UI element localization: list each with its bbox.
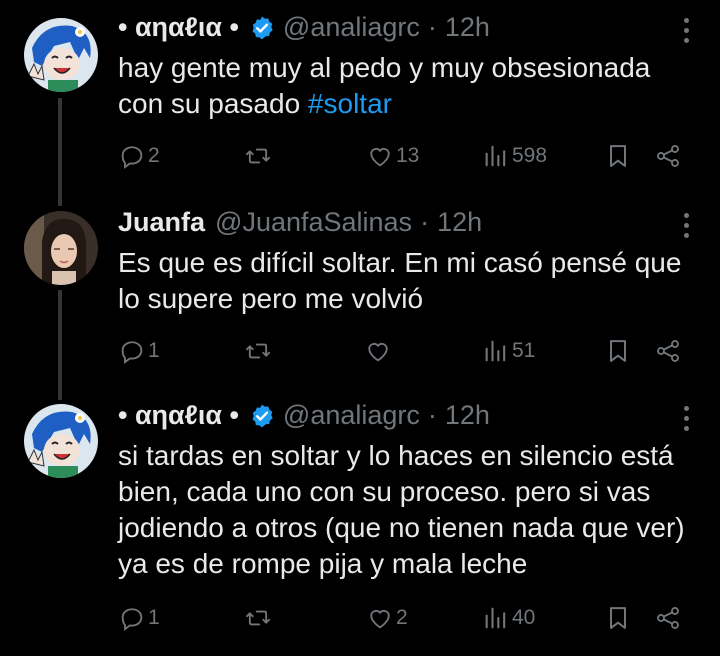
retweet-button[interactable]: [244, 337, 272, 365]
display-name[interactable]: Juanfa: [118, 207, 205, 238]
more-options-icon[interactable]: [684, 406, 690, 434]
avatar[interactable]: [24, 18, 98, 92]
reply-icon: [121, 608, 143, 631]
retweet-button[interactable]: [244, 142, 272, 170]
view-count: 40: [512, 606, 536, 629]
share-button[interactable]: [654, 337, 682, 365]
bookmark-icon: [610, 607, 626, 629]
separator-dot: ·: [420, 207, 430, 237]
retweet-icon: [245, 610, 271, 626]
action-bar: 1 2 40: [118, 604, 698, 638]
views-button[interactable]: 51: [482, 337, 535, 365]
views-button[interactable]: 598: [482, 142, 547, 170]
like-button[interactable]: 13: [366, 142, 419, 170]
display-name[interactable]: • αηαℓια •: [118, 12, 239, 43]
tweet-header: • αηαℓια • @analiagrc · 12h: [118, 400, 490, 431]
like-count: 2: [396, 606, 408, 629]
tweet-text: si tardas en soltar y lo haces en silenc…: [118, 440, 685, 579]
share-button[interactable]: [654, 142, 682, 170]
like-button[interactable]: 2: [366, 604, 408, 632]
like-count: 13: [396, 144, 420, 167]
retweet-button[interactable]: [244, 604, 272, 632]
more-options-icon[interactable]: [684, 18, 690, 46]
verified-badge-icon: [252, 404, 273, 427]
view-count: 51: [512, 339, 536, 362]
tweet-text: hay gente muy al pedo y muy obsesionada …: [118, 50, 698, 122]
reply-count: 2: [148, 144, 160, 167]
reply-button[interactable]: 1: [118, 337, 160, 365]
hashtag-link[interactable]: #soltar: [308, 88, 392, 119]
retweet-icon: [245, 148, 271, 164]
heart-icon: [370, 147, 390, 167]
share-icon: [657, 340, 679, 362]
user-handle[interactable]: @analiagrc: [283, 400, 420, 431]
reply-button[interactable]: 2: [118, 142, 160, 170]
timestamp[interactable]: 12h: [437, 207, 482, 238]
bookmark-icon: [610, 340, 626, 362]
reply-count: 1: [148, 606, 160, 629]
tweet-header: Juanfa @JuanfaSalinas · 12h: [118, 207, 482, 238]
tweet[interactable]: Juanfa @JuanfaSalinas · 12h Es que es di…: [0, 195, 720, 385]
reply-button[interactable]: 1: [118, 604, 160, 632]
action-bar: 2 13 598: [118, 142, 698, 176]
separator-dot: ·: [427, 12, 437, 42]
heart-icon: [370, 609, 390, 629]
bookmark-button[interactable]: [604, 604, 632, 632]
separator-dot: ·: [427, 400, 437, 430]
tweet-text: Es que es difícil soltar. En mi casó pen…: [118, 247, 682, 314]
view-count: 598: [512, 144, 548, 167]
avatar-photo-icon: [24, 211, 98, 285]
bookmark-icon: [610, 145, 626, 167]
share-icon: [657, 145, 679, 167]
views-button[interactable]: 40: [482, 604, 535, 632]
reply-count: 1: [148, 339, 160, 362]
like-button[interactable]: [364, 337, 392, 365]
action-bar: 1 51: [118, 337, 698, 371]
verified-badge-icon: [252, 16, 273, 39]
reply-icon: [121, 341, 143, 364]
avatar[interactable]: [24, 211, 98, 285]
user-handle[interactable]: @analiagrc: [283, 12, 420, 43]
user-handle[interactable]: @JuanfaSalinas: [215, 207, 412, 238]
share-icon: [657, 607, 679, 629]
timestamp[interactable]: 12h: [445, 400, 490, 431]
more-options-icon[interactable]: [684, 213, 690, 241]
avatar[interactable]: [24, 404, 98, 478]
bookmark-button[interactable]: [604, 142, 632, 170]
views-chart-icon: [485, 607, 506, 629]
heart-icon: [368, 342, 388, 362]
retweet-icon: [245, 343, 271, 359]
views-chart-icon: [485, 145, 506, 167]
avatar-illustration-icon: [24, 404, 98, 478]
tweet[interactable]: • αηαℓια • @analiagrc · 12h si tardas en…: [0, 388, 720, 656]
timestamp[interactable]: 12h: [445, 12, 490, 43]
bookmark-button[interactable]: [604, 337, 632, 365]
tweet[interactable]: • αηαℓια • @analiagrc · 12h hay gente mu…: [0, 0, 720, 190]
views-chart-icon: [485, 340, 506, 362]
display-name[interactable]: • αηαℓια •: [118, 400, 239, 431]
avatar-illustration-icon: [24, 18, 98, 92]
tweet-header: • αηαℓια • @analiagrc · 12h: [118, 12, 490, 43]
reply-icon: [121, 146, 143, 169]
share-button[interactable]: [654, 604, 682, 632]
